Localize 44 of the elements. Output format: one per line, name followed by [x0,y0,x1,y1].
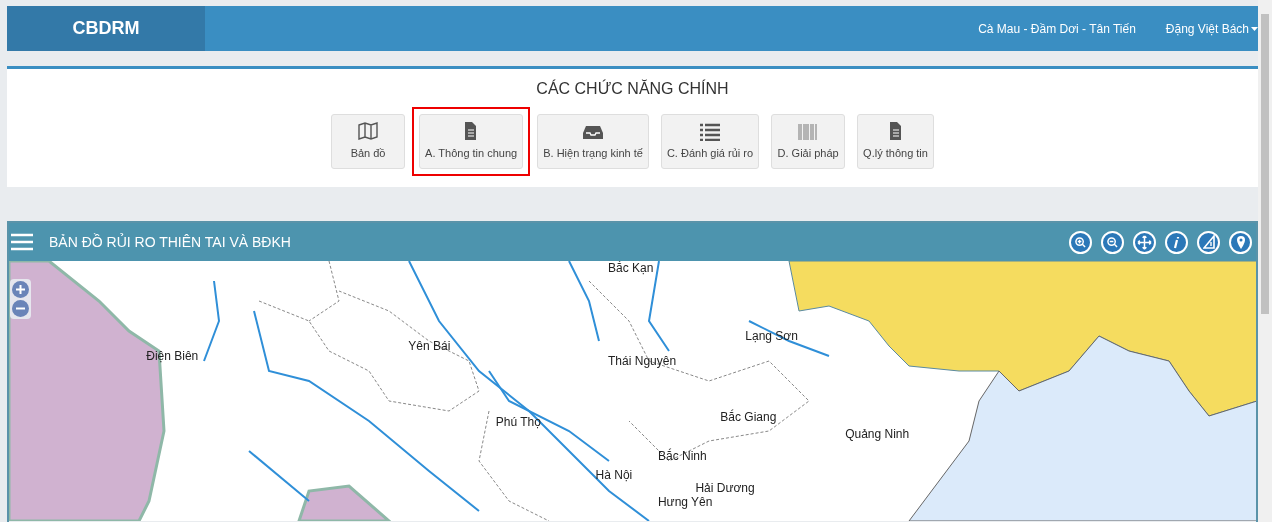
menu-icon[interactable] [11,232,33,252]
place-label: Thái Nguyên [608,353,677,368]
measure-tool-button[interactable] [1197,230,1220,254]
zoom-out-icon [1107,236,1118,248]
function-button[interactable]: C. Đánh giá rủi ro [660,114,760,169]
pan-tool-button[interactable] [1133,230,1156,254]
place-label: Bắc Ninh [657,448,707,463]
zoom-in-tool-button[interactable] [1069,230,1092,254]
place-label: Bắc Kạn [608,261,654,275]
info-icon [1173,235,1180,249]
function-button[interactable]: Bản đồ [331,114,406,169]
zoom-in-button[interactable] [12,281,29,298]
place-label: Yên Bái [408,339,451,354]
info-tool-button[interactable] [1165,230,1188,254]
map-title: BẢN ĐỒ RỦI RO THIÊN TAI VÀ BĐKH [49,232,291,252]
map-icon [357,121,380,142]
ruler-icon [1202,235,1215,249]
function-button[interactable]: D. Giải pháp [771,114,846,169]
map-pin-icon [1236,235,1245,249]
move-arrows-icon [1137,234,1152,250]
plus-icon [16,285,25,294]
place-label: Lạng Sơn [745,329,798,344]
user-menu-button[interactable]: Đặng Việt Bách [1165,19,1258,38]
list-icon [699,121,721,142]
zoom-in-icon [1075,236,1086,248]
function-button[interactable]: B. Hiện trạng kinh tế [537,114,649,169]
function-button[interactable]: Q.lý thông tin [857,114,934,169]
place-label: Hưng Yên [657,495,713,510]
zoom-out-button[interactable] [12,300,29,317]
zoom-out-tool-button[interactable] [1101,230,1124,254]
place-label: Hà Nội [595,468,633,483]
barcode-icon [797,121,820,142]
place-label: Phú Thọ [495,414,541,429]
function-button[interactable]: A. Thông tin chung [419,114,524,169]
place-label: Bắc Giang [720,409,777,424]
brand-logo[interactable]: CBDRM [7,6,205,51]
caret-icon [1251,26,1258,31]
location-link[interactable]: Cà Mau - Đầm Dơi - Tân Tiến [978,19,1136,38]
panel-title: CÁC CHỨC NĂNG CHÍNH [536,78,729,99]
place-label: Hải Dương [695,480,755,495]
place-label: Điện Biên [146,348,199,363]
locate-tool-button[interactable] [1229,230,1252,254]
scrollbar[interactable] [1258,0,1272,522]
place-label: Quảng Ninh [845,426,910,441]
